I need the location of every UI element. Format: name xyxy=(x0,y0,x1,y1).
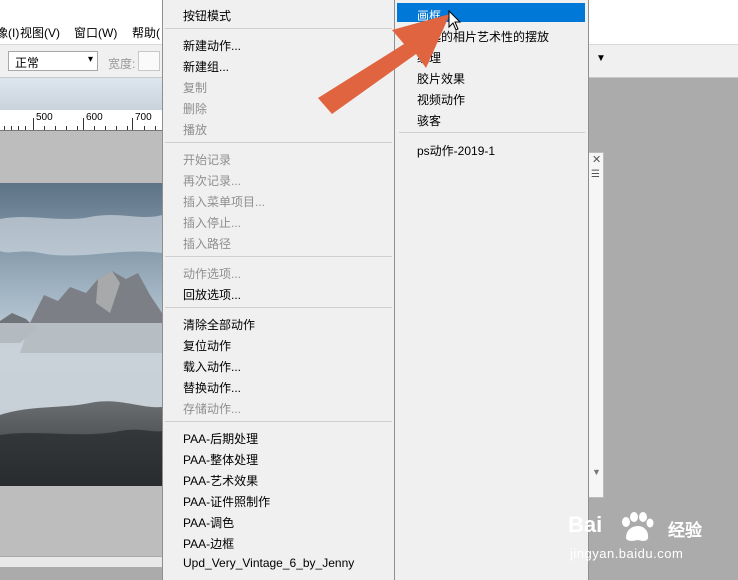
baidu-jingyan-watermark: Bai 经验 jingyan.baidu.com xyxy=(564,508,734,568)
menu-item-new-action[interactable]: 新建动作... xyxy=(183,37,241,54)
width-label: 宽度: xyxy=(108,57,136,71)
close-icon[interactable]: ✕ xyxy=(592,153,601,166)
menu-item-action-set[interactable]: PAA-调色 xyxy=(183,514,234,531)
watermark-brand: Bai xyxy=(568,512,603,537)
panel-menu-icon[interactable]: ☰ xyxy=(591,169,600,180)
menu-item-delete: 删除 xyxy=(183,102,208,116)
menu-item-reset-actions[interactable]: 复位动作 xyxy=(183,337,231,354)
chevron-down-icon[interactable]: ▼ xyxy=(592,467,601,477)
ruler-tick xyxy=(132,118,133,130)
blend-mode-value: 正常 xyxy=(15,56,40,70)
menu-item-playback-options[interactable]: 回放选项... xyxy=(183,286,241,303)
menu-separator xyxy=(165,256,392,257)
watermark-url: jingyan.baidu.com xyxy=(570,546,684,561)
ruler-tick xyxy=(25,126,26,130)
ruler-label: 500 xyxy=(36,112,53,123)
ruler-tick xyxy=(66,126,67,130)
ruler-tick xyxy=(77,126,78,130)
canvas-pasteboard xyxy=(0,131,162,183)
document-tab-bar xyxy=(0,78,162,110)
menu-item-action-set[interactable]: Upd_Very_Vintage_6_by_Jenny xyxy=(183,556,354,570)
ruler-tick xyxy=(127,126,128,130)
menu-item-button-mode[interactable]: 按钮模式 xyxy=(183,7,231,24)
submenu-item-ps-actions-2019[interactable]: ps动作-2019-1 xyxy=(417,142,495,159)
menu-item-action-set[interactable]: PAA-艺术效果 xyxy=(183,472,258,489)
canvas-pasteboard-bottom xyxy=(0,486,162,558)
ruler-tick xyxy=(144,126,145,130)
menu-separator xyxy=(165,307,392,308)
baidu-paw-icon xyxy=(622,512,654,541)
horizontal-scrollbar[interactable] xyxy=(0,556,162,567)
ruler-tick xyxy=(11,126,12,130)
ruler-tick xyxy=(44,126,45,130)
menu-item-action-set[interactable]: PAA-整体处理 xyxy=(183,451,258,468)
ruler-label: 600 xyxy=(86,112,103,123)
menu-item-duplicate: 复制 xyxy=(183,81,208,95)
menu-item-play: 播放 xyxy=(183,123,208,137)
menu-item-record-again: 再次记录... xyxy=(183,174,242,188)
ruler-tick xyxy=(116,126,117,130)
landscape-image xyxy=(0,183,162,486)
ruler-tick xyxy=(94,126,95,130)
width-input[interactable] xyxy=(138,51,160,71)
ruler-label: 700 xyxy=(135,112,152,123)
menu-item-action-set[interactable]: PAA-证件照制作 xyxy=(183,493,270,510)
horizontal-ruler: 500 600 700 xyxy=(0,110,162,131)
ruler-tick xyxy=(4,126,5,130)
menu-window[interactable]: 窗口(W) xyxy=(74,24,117,41)
menu-item-action-set[interactable]: PAA-后期处理 xyxy=(183,430,258,447)
menu-item-start-recording: 开始记录 xyxy=(183,153,232,167)
menu-item-action-options: 动作选项... xyxy=(183,267,242,281)
menu-item-insert-stop: 插入停止... xyxy=(183,216,242,230)
menu-view[interactable]: 视图(V) xyxy=(20,24,60,41)
menu-item-replace-actions[interactable]: 替换动作... xyxy=(183,379,241,396)
mouse-cursor-icon xyxy=(448,10,462,31)
menu-image[interactable]: 像(I) xyxy=(0,24,19,41)
ruler-tick xyxy=(18,126,19,130)
menu-help[interactable]: 帮助( xyxy=(132,24,160,41)
menu-item-save-actions: 存储动作... xyxy=(183,402,242,416)
blend-mode-select[interactable]: 正常 ▾ xyxy=(8,51,98,71)
actions-panel-edge: ✕ ☰ ▼ xyxy=(588,152,604,498)
chevron-down-icon[interactable]: ▼ xyxy=(596,53,606,64)
menu-item-load-actions[interactable]: 载入动作... xyxy=(183,358,241,375)
watermark-cn: 经验 xyxy=(668,521,702,540)
ruler-tick xyxy=(33,118,34,130)
chevron-down-icon: ▾ xyxy=(87,54,93,65)
menu-item-action-set[interactable]: PAA-边框 xyxy=(183,535,234,552)
menu-separator xyxy=(165,421,392,422)
ruler-tick xyxy=(83,118,84,130)
menu-item-new-set[interactable]: 新建组... xyxy=(183,58,229,75)
menu-item-clear-all-actions[interactable]: 清除全部动作 xyxy=(183,316,255,333)
ruler-tick xyxy=(55,126,56,130)
menu-separator xyxy=(399,132,585,133)
menu-item-insert-path: 插入路径 xyxy=(183,237,232,251)
document-canvas[interactable] xyxy=(0,183,162,486)
annotation-arrow-icon xyxy=(318,14,450,114)
menu-separator xyxy=(165,142,392,143)
ruler-tick xyxy=(155,126,156,130)
ruler-tick xyxy=(105,126,106,130)
menu-item-insert-menu-item: 插入菜单项目... xyxy=(183,195,266,209)
